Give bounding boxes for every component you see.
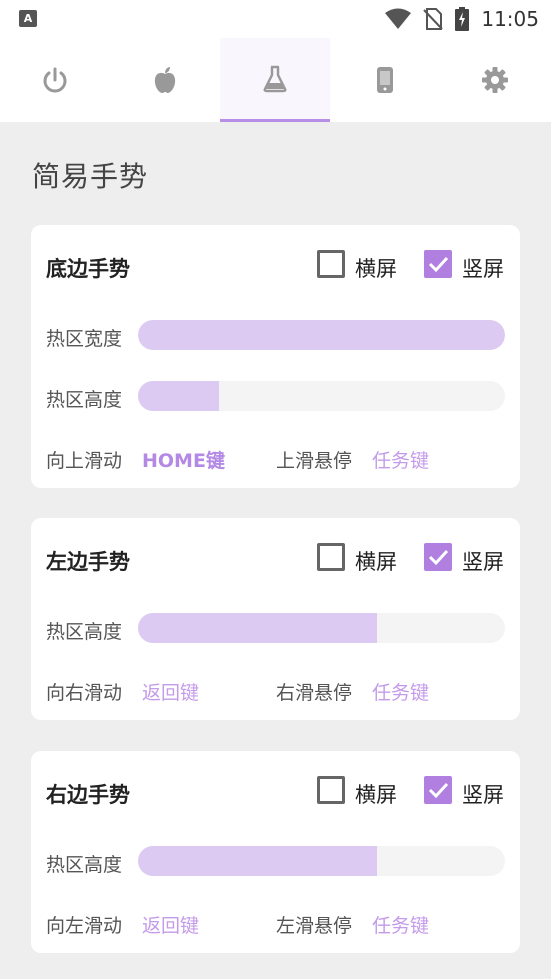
page-title: 简易手势 bbox=[32, 160, 149, 193]
portrait-label: 竖屏 bbox=[462, 550, 504, 574]
check-icon bbox=[428, 256, 449, 273]
battery-charging-icon bbox=[455, 7, 470, 31]
status-time: 11:05 bbox=[481, 7, 539, 31]
slider-fill bbox=[138, 320, 505, 350]
swipe-action-value[interactable]: HOME键 bbox=[142, 446, 225, 473]
hotzone-height-slider[interactable] bbox=[138, 613, 505, 643]
slider-label: 热区高度 bbox=[46, 854, 123, 876]
hold-label: 上滑悬停 bbox=[276, 450, 353, 472]
portrait-label: 竖屏 bbox=[462, 257, 504, 281]
landscape-label: 横屏 bbox=[355, 550, 397, 574]
gear-icon bbox=[482, 67, 508, 93]
tab-apple[interactable] bbox=[110, 38, 220, 122]
card-right-gesture: 右边手势 横屏 竖屏 热区高度 向左滑动 返回键 左滑悬停 任务键 bbox=[31, 751, 520, 953]
tab-power[interactable] bbox=[0, 38, 110, 122]
card-bottom-gesture: 底边手势 横屏 竖屏 热区宽度 热区高度 向上滑动 HOME键 上滑悬停 任务键 bbox=[31, 225, 520, 488]
check-icon bbox=[428, 782, 449, 799]
tab-settings[interactable] bbox=[440, 38, 550, 122]
hold-action-value[interactable]: 任务键 bbox=[372, 911, 429, 938]
portrait-checkbox[interactable] bbox=[424, 543, 452, 571]
portrait-checkbox[interactable] bbox=[424, 250, 452, 278]
card-title: 右边手势 bbox=[46, 783, 130, 807]
status-icons: 11:05 bbox=[385, 0, 539, 38]
power-icon bbox=[43, 67, 67, 93]
flask-icon bbox=[263, 65, 287, 92]
no-sim-icon bbox=[423, 8, 444, 30]
swipe-action-value[interactable]: 返回键 bbox=[142, 678, 199, 705]
tab-labs[interactable] bbox=[220, 38, 330, 122]
hotzone-height-slider[interactable] bbox=[138, 846, 505, 876]
slider-fill bbox=[138, 613, 377, 643]
hold-action-value[interactable]: 任务键 bbox=[372, 678, 429, 705]
app-notification-icon: A bbox=[19, 10, 37, 27]
slider-fill bbox=[138, 381, 219, 411]
status-bar: A 11:05 bbox=[0, 0, 551, 38]
swipe-action-value[interactable]: 返回键 bbox=[142, 911, 199, 938]
swipe-label: 向左滑动 bbox=[46, 915, 123, 937]
landscape-checkbox[interactable] bbox=[317, 250, 345, 278]
swipe-label: 向右滑动 bbox=[46, 682, 123, 704]
portrait-checkbox[interactable] bbox=[424, 776, 452, 804]
slider-label: 热区高度 bbox=[46, 621, 123, 643]
landscape-label: 横屏 bbox=[355, 257, 397, 281]
card-left-gesture: 左边手势 横屏 竖屏 热区高度 向右滑动 返回键 右滑悬停 任务键 bbox=[31, 518, 520, 720]
hold-action-value[interactable]: 任务键 bbox=[372, 446, 429, 473]
landscape-label: 横屏 bbox=[355, 783, 397, 807]
hotzone-width-slider[interactable] bbox=[138, 320, 505, 350]
card-title: 底边手势 bbox=[46, 257, 130, 281]
portrait-label: 竖屏 bbox=[462, 783, 504, 807]
apple-icon bbox=[154, 67, 176, 93]
phone-icon bbox=[377, 67, 393, 93]
check-icon bbox=[428, 549, 449, 566]
hold-label: 右滑悬停 bbox=[276, 682, 353, 704]
landscape-checkbox[interactable] bbox=[317, 543, 345, 571]
wifi-icon bbox=[385, 8, 412, 29]
hotzone-height-slider[interactable] bbox=[138, 381, 505, 411]
slider-label: 热区宽度 bbox=[46, 328, 123, 350]
slider-label: 热区高度 bbox=[46, 389, 123, 411]
hold-label: 左滑悬停 bbox=[276, 915, 353, 937]
slider-fill bbox=[138, 846, 377, 876]
tab-device[interactable] bbox=[330, 38, 440, 122]
card-title: 左边手势 bbox=[46, 550, 130, 574]
swipe-label: 向上滑动 bbox=[46, 450, 123, 472]
tab-bar bbox=[0, 38, 551, 122]
landscape-checkbox[interactable] bbox=[317, 776, 345, 804]
